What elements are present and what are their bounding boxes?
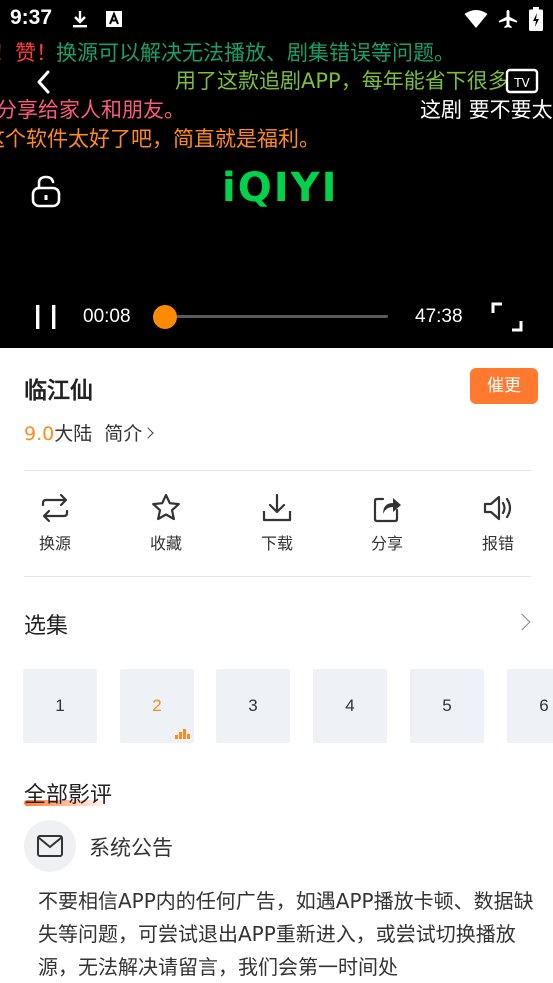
- action-share[interactable]: 分享: [347, 492, 427, 554]
- action-swap-source[interactable]: 换源: [15, 492, 95, 554]
- show-title: 临江仙: [24, 378, 93, 404]
- battery-icon: [529, 7, 543, 31]
- show-score: 9.0: [24, 423, 55, 445]
- wifi-icon: [464, 10, 488, 28]
- divider: [24, 470, 531, 471]
- review-author: 系统公告: [89, 836, 173, 860]
- danmaku-line: 用了这款追剧APP，每年能省下很多: [175, 69, 509, 93]
- tv-cast-icon[interactable]: TV: [505, 66, 539, 98]
- danmaku-line: 这个软件太好了吧，简直就是福利。: [0, 127, 320, 151]
- svg-text:TV: TV: [513, 76, 530, 90]
- action-favorite[interactable]: 收藏: [126, 492, 206, 554]
- episode-list: 1 2 3 4 5 6: [0, 669, 553, 743]
- show-meta: 9.0大陆 简介: [24, 419, 154, 446]
- share-icon: [373, 497, 401, 523]
- back-icon[interactable]: [34, 70, 54, 94]
- unlock-icon[interactable]: [30, 174, 62, 208]
- danmaku-line: ！赞！: [0, 41, 57, 65]
- action-label: 换源: [38, 534, 71, 553]
- avatar: [24, 820, 76, 872]
- intro-label: 简介: [104, 423, 143, 445]
- fullscreen-icon[interactable]: [491, 302, 523, 332]
- swap-source-icon: [41, 493, 69, 523]
- action-label: 报错: [481, 534, 514, 553]
- episode-button[interactable]: 5: [410, 669, 484, 743]
- reviews-title: 全部影评: [24, 783, 113, 808]
- current-time: 00:08: [83, 306, 131, 327]
- danmaku-line: 这剧 要不要太: [420, 98, 553, 122]
- iqiyi-logo: iQIYI: [222, 165, 339, 211]
- episodes-title: 选集: [24, 614, 69, 639]
- action-label: 下载: [260, 534, 293, 553]
- episode-label: 2: [152, 696, 162, 715]
- duration: 47:38: [415, 306, 463, 327]
- app-root: 9:37 ！赞！ 换源可以解决无法播放、剧集错误等问题。 用了这款追剧APP，每…: [0, 0, 553, 983]
- mail-icon: [37, 835, 63, 857]
- review-content: 不要相信APP内的任何广告，如遇APP播放卡顿、数据缺失等问题，可尝试退出APP…: [38, 889, 534, 979]
- divider: [24, 576, 531, 577]
- episode-button[interactable]: 3: [216, 669, 290, 743]
- download-icon: [73, 11, 87, 28]
- danmaku-line: 分享给家人和朋友。: [0, 98, 185, 122]
- progress-track[interactable]: [166, 315, 388, 318]
- font-icon: [106, 11, 122, 27]
- download-icon: [262, 493, 292, 522]
- action-label: 收藏: [149, 534, 182, 553]
- star-icon: [152, 493, 180, 521]
- pause-icon[interactable]: [32, 303, 60, 331]
- airplane-icon: [498, 9, 518, 29]
- action-report[interactable]: 报错: [458, 492, 538, 554]
- playing-indicator-icon: [175, 727, 190, 739]
- chevron-right-icon: [142, 427, 154, 439]
- speaker-icon: [483, 495, 512, 521]
- video-player[interactable]: 9:37 ！赞！ 换源可以解决无法播放、剧集错误等问题。 用了这款追剧APP，每…: [0, 0, 553, 348]
- chevron-right-icon[interactable]: [513, 613, 531, 631]
- episode-button[interactable]: 1: [23, 669, 97, 743]
- episode-button[interactable]: 4: [313, 669, 387, 743]
- urge-update-button[interactable]: 催更: [470, 368, 538, 404]
- action-download[interactable]: 下载: [237, 492, 317, 554]
- action-bar: 换源 收藏 下载 分享 报错: [0, 492, 553, 556]
- action-label: 分享: [370, 534, 403, 553]
- intro-link[interactable]: 简介: [104, 423, 154, 445]
- episode-button[interactable]: 6: [507, 669, 553, 743]
- progress-knob[interactable]: [153, 305, 177, 329]
- danmaku-line: 换源可以解决无法播放、剧集错误等问题。: [56, 41, 455, 65]
- show-region: 大陆: [54, 423, 93, 445]
- episode-button-active[interactable]: 2: [120, 669, 194, 743]
- status-bar: 9:37: [0, 0, 553, 38]
- status-time: 9:37: [10, 6, 53, 29]
